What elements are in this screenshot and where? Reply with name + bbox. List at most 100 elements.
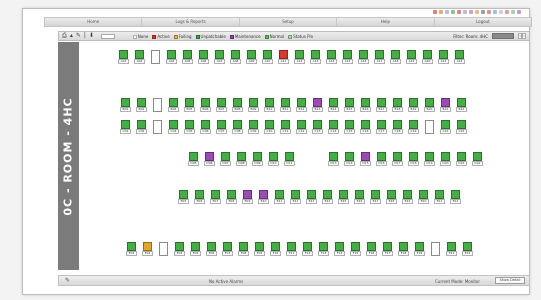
- seat[interactable]: C15: [344, 120, 355, 134]
- seat[interactable]: C18: [392, 120, 403, 134]
- seat[interactable]: B19: [408, 98, 419, 112]
- seat[interactable]: D06: [204, 152, 215, 166]
- seat[interactable]: F06: [206, 242, 217, 256]
- seat[interactable]: C13: [312, 120, 323, 134]
- seat[interactable]: C08: [232, 120, 243, 134]
- seat[interactable]: B10: [264, 98, 275, 112]
- seat[interactable]: C07: [216, 120, 227, 134]
- seat[interactable]: B11: [280, 98, 291, 112]
- seat[interactable]: E15: [338, 190, 349, 204]
- seat[interactable]: D07: [220, 152, 231, 166]
- seat[interactable]: B20: [424, 98, 435, 112]
- seat[interactable]: E07: [210, 190, 221, 204]
- seat[interactable]: A17: [374, 50, 385, 64]
- seat[interactable]: F19: [414, 242, 425, 256]
- seat[interactable]: C11: [280, 120, 291, 134]
- seat[interactable]: C22: [456, 120, 467, 134]
- seat[interactable]: A12: [294, 50, 305, 64]
- seat[interactable]: E11: [274, 190, 285, 204]
- seat[interactable]: E13: [306, 190, 317, 204]
- seat[interactable]: C17: [376, 120, 387, 134]
- seat[interactable]: F22: [462, 242, 473, 256]
- seat[interactable]: C16: [360, 120, 371, 134]
- seat[interactable]: A16: [358, 50, 369, 64]
- seat[interactable]: D13: [328, 152, 339, 166]
- seat[interactable]: D08: [236, 152, 247, 166]
- seat[interactable]: C06: [200, 120, 211, 134]
- seat[interactable]: F13: [318, 242, 329, 256]
- seat[interactable]: C05: [184, 120, 195, 134]
- seat[interactable]: D20: [440, 152, 451, 166]
- seat[interactable]: D10: [268, 152, 279, 166]
- seat[interactable]: A18: [390, 50, 401, 64]
- seat[interactable]: B15: [344, 98, 355, 112]
- seat[interactable]: C19: [408, 120, 419, 134]
- empty-seat-slot[interactable]: [158, 242, 169, 256]
- seat[interactable]: C09: [248, 120, 259, 134]
- seat[interactable]: D14: [344, 152, 355, 166]
- seat[interactable]: F17: [382, 242, 393, 256]
- seat[interactable]: B22: [456, 98, 467, 112]
- seat[interactable]: E05: [178, 190, 189, 204]
- seat[interactable]: C01: [120, 120, 131, 134]
- seat[interactable]: F01: [126, 242, 137, 256]
- seat[interactable]: E12: [290, 190, 301, 204]
- seat[interactable]: D21: [456, 152, 467, 166]
- empty-seat-slot[interactable]: [430, 242, 441, 256]
- seat[interactable]: E19: [402, 190, 413, 204]
- seat[interactable]: F15: [350, 242, 361, 256]
- seat[interactable]: E16: [354, 190, 365, 204]
- seat[interactable]: A09: [246, 50, 257, 64]
- seat[interactable]: E20: [418, 190, 429, 204]
- seat[interactable]: F05: [190, 242, 201, 256]
- seat[interactable]: D19: [424, 152, 435, 166]
- seat[interactable]: E14: [322, 190, 333, 204]
- seat[interactable]: F10: [270, 242, 281, 256]
- show-detail-button[interactable]: Show Detail: [495, 277, 525, 284]
- seat[interactable]: D16: [376, 152, 387, 166]
- seat[interactable]: D05: [188, 152, 199, 166]
- seat[interactable]: B13: [312, 98, 323, 112]
- seat[interactable]: E09: [242, 190, 253, 204]
- seat[interactable]: F04: [174, 242, 185, 256]
- seat[interactable]: A20: [422, 50, 433, 64]
- seat[interactable]: A11: [278, 50, 289, 64]
- seat[interactable]: E18: [386, 190, 397, 204]
- seat[interactable]: D22: [472, 152, 483, 166]
- seat[interactable]: A13: [310, 50, 321, 64]
- seat[interactable]: A06: [198, 50, 209, 64]
- seat[interactable]: B17: [376, 98, 387, 112]
- seat[interactable]: B04: [168, 98, 179, 112]
- seat[interactable]: B14: [328, 98, 339, 112]
- seat[interactable]: F09: [254, 242, 265, 256]
- seat[interactable]: A04: [166, 50, 177, 64]
- seat[interactable]: E08: [226, 190, 237, 204]
- seat[interactable]: A02: [134, 50, 145, 64]
- seat[interactable]: B05: [184, 98, 195, 112]
- seat[interactable]: D18: [408, 152, 419, 166]
- seat[interactable]: D11: [284, 152, 295, 166]
- seat[interactable]: F14: [334, 242, 345, 256]
- seat[interactable]: B18: [392, 98, 403, 112]
- empty-seat-slot[interactable]: [424, 120, 435, 134]
- seat[interactable]: A21: [438, 50, 449, 64]
- seat[interactable]: B16: [360, 98, 371, 112]
- seat[interactable]: D09: [252, 152, 263, 166]
- seat[interactable]: B07: [216, 98, 227, 112]
- seat[interactable]: C02: [136, 120, 147, 134]
- seat[interactable]: A14: [326, 50, 337, 64]
- seat[interactable]: F12: [302, 242, 313, 256]
- seat[interactable]: A15: [342, 50, 353, 64]
- seat[interactable]: B12: [296, 98, 307, 112]
- seat[interactable]: B09: [248, 98, 259, 112]
- seat[interactable]: F18: [398, 242, 409, 256]
- seat[interactable]: C12: [296, 120, 307, 134]
- seat[interactable]: B21: [440, 98, 451, 112]
- empty-seat-slot[interactable]: [152, 120, 163, 134]
- seat[interactable]: F11: [286, 242, 297, 256]
- seat[interactable]: F21: [446, 242, 457, 256]
- seat[interactable]: C04: [168, 120, 179, 134]
- seat[interactable]: E17: [370, 190, 381, 204]
- seat[interactable]: A05: [182, 50, 193, 64]
- seat[interactable]: A08: [230, 50, 241, 64]
